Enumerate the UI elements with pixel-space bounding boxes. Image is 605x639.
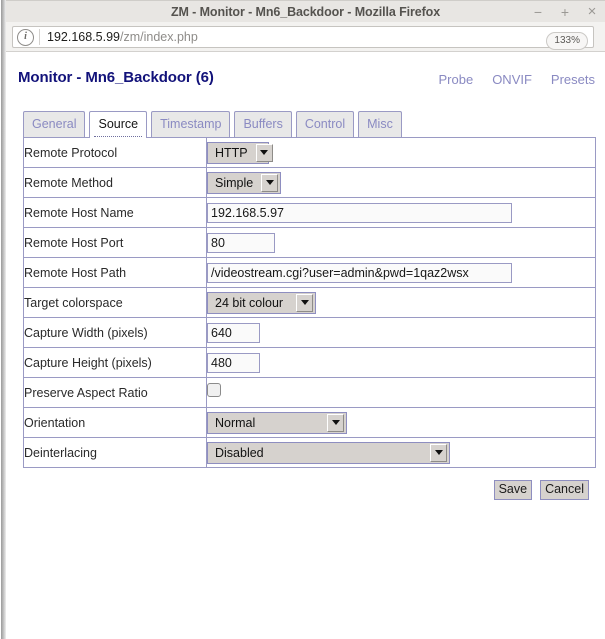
source-settings-table: Remote Protocol HTTP Remote Method Simpl… <box>23 137 596 468</box>
table-row: Capture Width (pixels) <box>23 317 596 348</box>
cell-remote-host-name <box>206 197 596 228</box>
maximize-icon[interactable]: + <box>558 4 572 20</box>
cell-orientation: Normal <box>206 407 596 438</box>
label-capture-width: Capture Width (pixels) <box>23 317 207 348</box>
capture-width-input[interactable] <box>207 322 260 343</box>
tab-timestamp[interactable]: Timestamp <box>151 111 231 138</box>
tab-source-label: Source <box>98 117 139 131</box>
save-button[interactable]: Save <box>493 480 533 500</box>
tab-general[interactable]: General <box>23 111 86 138</box>
minimize-icon[interactable]: − <box>531 4 545 20</box>
table-row: Orientation Normal <box>23 407 596 438</box>
chevron-down-icon <box>327 413 344 432</box>
info-icon[interactable]: i <box>17 28 34 46</box>
chevron-down-icon <box>261 173 279 192</box>
remote-protocol-select[interactable]: HTTP <box>207 141 273 164</box>
cell-remote-method: Simple <box>206 167 596 198</box>
cell-target-colorspace: 24 bit colour <box>206 287 596 318</box>
table-row: Remote Host Name <box>23 197 596 228</box>
tab-misc-label: Misc <box>367 117 393 131</box>
capture-height-input[interactable] <box>207 352 260 373</box>
tab-control[interactable]: Control <box>295 111 355 138</box>
link-onvif[interactable]: ONVIF <box>492 72 532 87</box>
page-content: Monitor - Mn6_Backdoor (6) Probe ONVIF P… <box>7 52 605 639</box>
window-title: ZM - Monitor - Mn6_Backdoor - Mozilla Fi… <box>170 4 441 19</box>
link-presets[interactable]: Presets <box>551 72 595 87</box>
label-capture-height: Capture Height (pixels) <box>23 347 207 378</box>
url-separator <box>39 29 40 45</box>
chevron-down-icon <box>296 293 313 312</box>
tab-timestamp-label: Timestamp <box>160 117 222 131</box>
label-deinterlacing: Deinterlacing <box>23 437 207 468</box>
table-row: Remote Host Port <box>23 227 596 258</box>
cell-preserve-aspect-ratio <box>206 377 596 408</box>
target-colorspace-value: 24 bit colour <box>215 295 284 310</box>
window-controls: − + × <box>531 1 599 23</box>
page-title: Monitor - Mn6_Backdoor (6) <box>18 69 214 86</box>
target-colorspace-select[interactable]: 24 bit colour <box>207 291 316 314</box>
url-bar[interactable]: i 192.168.5.99 /zm/index.php 133% <box>12 26 594 50</box>
page-header: Monitor - Mn6_Backdoor (6) Probe ONVIF P… <box>18 69 595 93</box>
label-remote-host-path: Remote Host Path <box>23 257 207 288</box>
url-path-text: /zm/index.php <box>120 30 198 44</box>
table-row: Deinterlacing Disabled <box>23 437 596 468</box>
window-left-edge <box>0 0 6 639</box>
remote-host-name-input[interactable] <box>207 202 512 223</box>
deinterlacing-value: Disabled <box>215 445 264 460</box>
deinterlacing-select[interactable]: Disabled <box>207 441 450 464</box>
cell-remote-host-path <box>206 257 596 288</box>
remote-host-port-input[interactable] <box>207 232 275 253</box>
label-orientation: Orientation <box>23 407 207 438</box>
tab-buffers-label: Buffers <box>243 117 283 131</box>
cell-remote-protocol: HTTP <box>206 137 596 168</box>
label-preserve-aspect-ratio: Preserve Aspect Ratio <box>23 377 207 408</box>
remote-host-path-input[interactable] <box>207 262 512 283</box>
label-remote-host-port: Remote Host Port <box>23 227 207 258</box>
browser-navbar: i 192.168.5.99 /zm/index.php 133% <box>6 22 605 52</box>
orientation-select[interactable]: Normal <box>207 411 347 434</box>
label-remote-protocol: Remote Protocol <box>23 137 207 168</box>
chevron-down-icon <box>430 443 447 462</box>
table-row: Preserve Aspect Ratio <box>23 377 596 408</box>
header-links: Probe ONVIF Presets <box>438 72 595 87</box>
window-titlebar: ZM - Monitor - Mn6_Backdoor - Mozilla Fi… <box>6 0 605 22</box>
label-remote-method: Remote Method <box>23 167 207 198</box>
remote-protocol-value: HTTP <box>215 145 248 160</box>
tab-focus-underline <box>94 136 143 137</box>
table-row: Capture Height (pixels) <box>23 347 596 378</box>
cell-deinterlacing: Disabled <box>206 437 596 468</box>
cancel-button[interactable]: Cancel <box>540 480 589 500</box>
table-row: Remote Host Path <box>23 257 596 288</box>
tab-source[interactable]: Source <box>89 111 148 138</box>
table-row: Target colorspace 24 bit colour <box>23 287 596 318</box>
preserve-aspect-ratio-checkbox[interactable] <box>207 383 221 397</box>
table-row: Remote Protocol HTTP <box>23 137 596 168</box>
label-target-colorspace: Target colorspace <box>23 287 207 318</box>
chevron-down-icon <box>255 143 273 162</box>
cell-capture-height <box>206 347 596 378</box>
cell-remote-host-port <box>206 227 596 258</box>
link-probe[interactable]: Probe <box>438 72 473 87</box>
remote-method-value: Simple <box>215 175 254 190</box>
tab-bar: General Source Timestamp Buffers Control… <box>23 111 402 138</box>
browser-window: ZM - Monitor - Mn6_Backdoor - Mozilla Fi… <box>0 0 605 639</box>
tab-misc[interactable]: Misc <box>358 111 402 138</box>
label-remote-host-name: Remote Host Name <box>23 197 207 228</box>
form-actions: Save Cancel <box>493 480 589 500</box>
url-host-text: 192.168.5.99 <box>47 30 120 44</box>
orientation-value: Normal <box>215 415 256 430</box>
tab-buffers[interactable]: Buffers <box>234 111 292 138</box>
tab-control-label: Control <box>304 117 346 131</box>
tab-general-label: General <box>32 117 77 131</box>
close-icon[interactable]: × <box>585 4 599 20</box>
table-row: Remote Method Simple <box>23 167 596 198</box>
zoom-level-badge[interactable]: 133% <box>546 32 588 50</box>
cell-capture-width <box>206 317 596 348</box>
remote-method-select[interactable]: Simple <box>207 171 281 194</box>
